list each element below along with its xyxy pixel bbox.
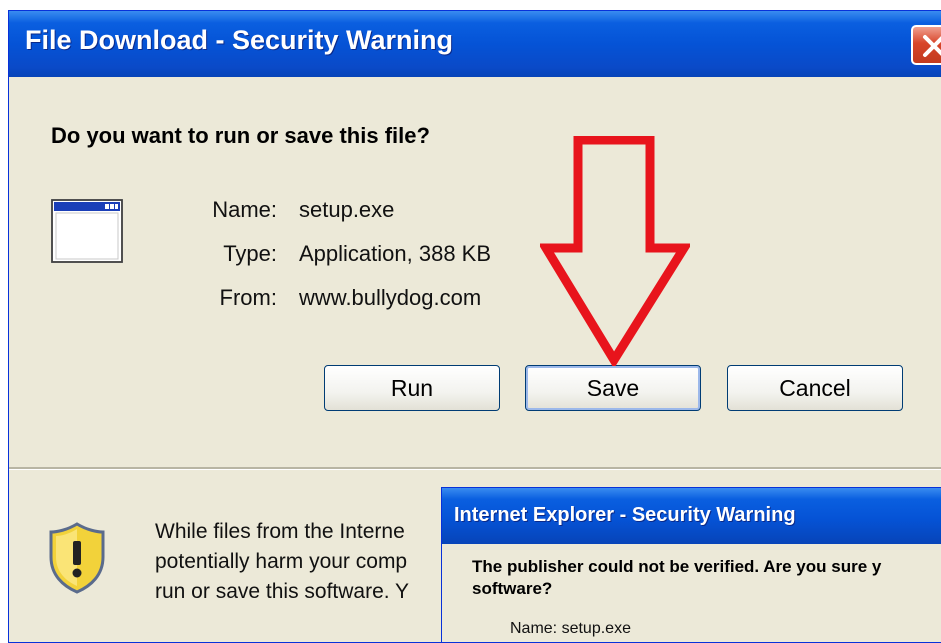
type-label: Type: bbox=[223, 241, 277, 266]
ie-name-value: setup.exe bbox=[561, 620, 631, 637]
save-button[interactable]: Save bbox=[525, 365, 701, 411]
title-bar[interactable]: File Download - Security Warning bbox=[9, 11, 941, 77]
ie-name-label: Name: bbox=[510, 620, 558, 637]
from-label: From: bbox=[219, 285, 277, 310]
warning-line: run or save this software. Y bbox=[155, 580, 410, 603]
security-warning-text: While files from the Interne potentially… bbox=[155, 517, 409, 607]
ie-message-line: The publisher could not be verified. Are… bbox=[472, 557, 882, 576]
application-window-icon bbox=[51, 199, 123, 263]
ie-publisher-message: The publisher could not be verified. Are… bbox=[472, 556, 941, 600]
dialog-question: Do you want to run or save this file? bbox=[51, 123, 430, 148]
warning-line: potentially harm your comp bbox=[155, 550, 408, 573]
ie-file-name: Name: setup.exe bbox=[510, 620, 631, 638]
ie-dialog-title: Internet Explorer - Security Warning bbox=[454, 504, 796, 526]
from-value: www.bullydog.com bbox=[299, 285, 482, 310]
close-button[interactable] bbox=[911, 25, 941, 65]
file-info-labels: Name: Type: From: bbox=[159, 199, 277, 331]
name-value: setup.exe bbox=[299, 197, 395, 222]
cancel-button[interactable]: Cancel bbox=[727, 365, 903, 411]
warning-line: While files from the Interne bbox=[155, 520, 405, 543]
ie-title-bar[interactable]: Internet Explorer - Security Warning bbox=[442, 488, 941, 544]
ie-message-line: software? bbox=[472, 579, 553, 598]
red-arrow-annotation bbox=[540, 136, 690, 366]
run-button[interactable]: Run bbox=[324, 365, 500, 411]
dialog-title: File Download - Security Warning bbox=[25, 25, 454, 55]
close-icon bbox=[923, 35, 941, 57]
name-label: Name: bbox=[212, 197, 277, 222]
shield-warning-icon bbox=[49, 522, 105, 594]
divider bbox=[9, 467, 941, 470]
ie-security-warning-dialog: Internet Explorer - Security Warning The… bbox=[441, 487, 941, 643]
type-value: Application, 388 KB bbox=[299, 241, 492, 266]
file-info-values: setup.exe Application, 388 KB www.bullyd… bbox=[299, 199, 491, 331]
